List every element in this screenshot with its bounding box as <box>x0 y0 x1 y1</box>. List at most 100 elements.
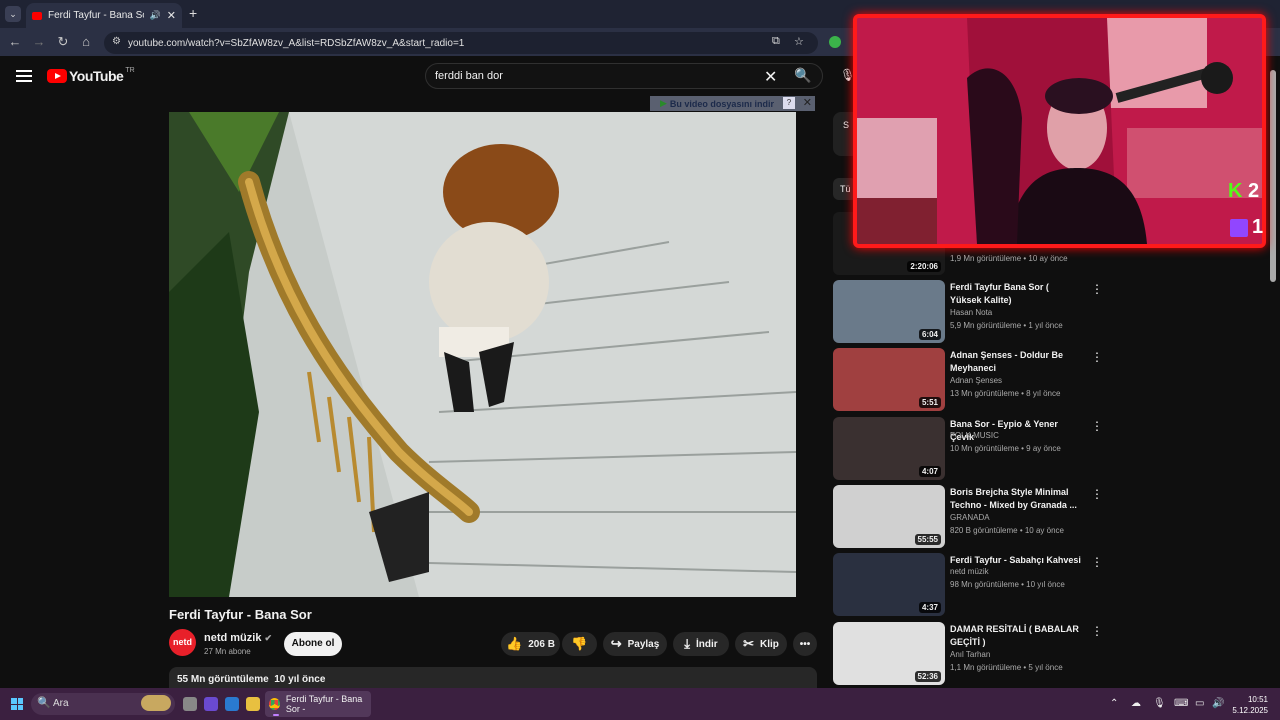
video-title[interactable]: DAMAR RESİTALİ ( BABALAR GEÇİTİ ) <box>950 623 1082 649</box>
tab-search-button[interactable]: ⌄ <box>5 6 21 22</box>
video-thumbnail[interactable]: 4:37 <box>833 553 945 616</box>
more-options-icon[interactable]: ⋮ <box>1091 282 1103 296</box>
related-video-6[interactable]: 52:36 DAMAR RESİTALİ ( BABALAR GEÇİTİ ) An… <box>833 622 1113 686</box>
search-input[interactable]: ferddi ban dor <box>435 70 503 82</box>
video-meta: 1,9 Mn görüntüleme • 10 ay önce <box>950 254 1068 263</box>
video-title[interactable]: Boris Brejcha Style Minimal Techno - Mix… <box>950 486 1082 512</box>
more-options-icon[interactable]: ⋮ <box>1091 624 1103 638</box>
video-thumbnail[interactable]: 6:04 <box>833 280 945 343</box>
file-explorer-icon[interactable] <box>246 697 260 711</box>
address-bar[interactable]: ⚙ youtube.com/watch?v=SbZfAW8zv_A&list=R… <box>104 32 818 54</box>
browser-tab[interactable]: Ferdi Tayfur - Bana Sor - Yo 🔊 ✕ <box>26 3 182 28</box>
duration-badge: 2:20:06 <box>907 261 941 272</box>
video-thumbnail[interactable]: 52:36 <box>833 622 945 685</box>
video-title[interactable]: Ferdi Tayfur Bana Sor ( Yüksek Kalite) <box>950 281 1082 307</box>
back-arrow-icon[interactable]: ← <box>7 34 23 50</box>
kick-viewer-counter: K 2 <box>1228 180 1259 203</box>
related-video-3[interactable]: 4:07 Bana Sor - Eypio & Yener Çevik FOLK M… <box>833 417 1113 481</box>
twitch-count: 1 <box>1252 216 1264 238</box>
taskbar-search[interactable]: 🔍 Ara <box>31 693 175 715</box>
install-app-icon[interactable]: ⧉ <box>772 35 780 48</box>
widgets-icon[interactable] <box>204 697 218 711</box>
video-thumbnail[interactable]: 4:07 <box>833 417 945 480</box>
keyboard-icon[interactable]: ⌨ <box>1174 698 1188 709</box>
channel-name[interactable]: Hasan Nota <box>950 308 992 317</box>
extension-icon[interactable] <box>829 36 841 48</box>
forward-arrow-icon[interactable]: → <box>31 34 47 50</box>
system-clock[interactable]: 10:51 5.12.2025 <box>1232 694 1268 716</box>
taskbar-chrome-window[interactable]: Ferdi Tayfur - Bana Sor - <box>265 691 371 717</box>
menu-icon[interactable] <box>16 70 32 82</box>
more-options-icon[interactable]: ⋮ <box>1091 487 1103 501</box>
channel-name[interactable]: Anıl Tarhan <box>950 650 990 659</box>
search-box[interactable]: ferddi ban dor ✕ 🔍 <box>425 63 823 89</box>
kick-logo-icon: K <box>1228 180 1243 202</box>
clock-time: 10:51 <box>1247 695 1268 704</box>
site-info-icon[interactable]: ⚙ <box>112 36 121 47</box>
url-text: youtube.com/watch?v=SbZfAW8zv_A&list=RDS… <box>128 37 465 49</box>
more-options-icon[interactable]: ⋮ <box>1091 555 1103 569</box>
tab-close-icon[interactable]: ✕ <box>167 9 176 22</box>
dislike-button[interactable]: 👎 <box>562 632 597 656</box>
onedrive-icon[interactable]: ☁ <box>1131 698 1141 709</box>
show-hidden-icons-icon[interactable]: ⌃ <box>1110 698 1118 709</box>
clear-search-icon[interactable]: ✕ <box>764 67 777 87</box>
edge-icon[interactable] <box>225 697 239 711</box>
download-helper-bar[interactable]: ▶ Bu video dosyasını indir ? ✕ <box>650 96 815 111</box>
channel-name[interactable]: FOLK MUSIC <box>950 431 999 440</box>
more-options-icon[interactable]: ⋮ <box>1091 350 1103 364</box>
video-meta: 13 Mn görüntüleme • 8 yıl önce <box>950 389 1061 398</box>
channel-name[interactable]: netd müzik ✔ <box>204 632 272 644</box>
active-indicator <box>273 714 279 716</box>
speaker-icon[interactable]: 🔊 <box>150 10 161 21</box>
new-tab-button[interactable]: + <box>189 5 197 21</box>
channel-name[interactable]: Adnan Şenses <box>950 376 1002 385</box>
search-highlight-icon <box>141 695 171 711</box>
more-actions-button[interactable]: ••• <box>793 632 817 656</box>
reload-icon[interactable]: ↻ <box>55 34 71 50</box>
clip-button[interactable]: ✂ Klip <box>735 632 787 656</box>
channel-name[interactable]: netd müzik <box>950 567 989 576</box>
search-icon[interactable]: 🔍 <box>794 67 811 84</box>
channel-avatar[interactable]: netd <box>169 629 196 656</box>
video-title[interactable]: Ferdi Tayfur - Sabahçı Kahvesi <box>950 554 1082 567</box>
share-icon: ↪ <box>610 636 622 651</box>
video-title[interactable]: Adnan Şenses - Doldur Be Meyhaneci <box>950 349 1082 375</box>
youtube-logo[interactable]: YouTube TR <box>47 67 135 84</box>
related-video-4[interactable]: 55:55 Boris Brejcha Style Minimal Techno … <box>833 485 1113 549</box>
page-scrollbar[interactable] <box>1270 60 1276 680</box>
video-player[interactable] <box>169 112 796 597</box>
related-video-1[interactable]: 6:04 Ferdi Tayfur Bana Sor ( Yüksek Kalit… <box>833 280 1113 344</box>
tab-title: Ferdi Tayfur - Bana Sor - Yo <box>48 10 144 21</box>
clip-label: Klip <box>760 638 779 650</box>
channel-name[interactable]: GRANADA <box>950 513 990 522</box>
help-icon[interactable]: ? <box>783 97 795 109</box>
related-video-2[interactable]: 5:51 Adnan Şenses - Doldur Be Meyhaneci Ad… <box>833 348 1113 412</box>
windows-start-icon[interactable] <box>11 698 23 710</box>
volume-icon[interactable]: 🔊 <box>1212 698 1224 709</box>
video-title: Ferdi Tayfur - Bana Sor <box>169 607 312 622</box>
like-button[interactable]: 👍 206 B <box>501 632 560 656</box>
download-button[interactable]: ⤓ İndir <box>673 632 729 656</box>
subscribe-button[interactable]: Abone ol <box>284 632 342 656</box>
display-icon[interactable]: ▭ <box>1195 698 1204 709</box>
video-thumbnail[interactable]: 55:55 <box>833 485 945 548</box>
more-options-icon[interactable]: ⋮ <box>1091 419 1103 433</box>
close-helper-icon[interactable]: ✕ <box>803 96 812 109</box>
like-count: 206 B <box>528 638 555 650</box>
bookmark-star-icon[interactable]: ☆ <box>794 35 804 48</box>
scrollbar-thumb[interactable] <box>1270 70 1276 282</box>
microphone-icon[interactable]: 🎙 <box>1153 698 1166 709</box>
share-button[interactable]: ↪ Paylaş <box>603 632 667 656</box>
home-icon[interactable]: ⌂ <box>78 34 94 50</box>
description-box[interactable]: 55 Mn görüntüleme 10 yıl önce <box>169 667 817 688</box>
kick-count: 2 <box>1248 180 1260 202</box>
duration-badge: 4:37 <box>918 602 941 613</box>
taskbar-window-title: Ferdi Tayfur - Bana Sor - <box>285 694 363 714</box>
thumbs-up-icon: 👍 <box>506 636 523 651</box>
task-view-icon[interactable] <box>183 697 197 711</box>
video-thumbnail[interactable]: 5:51 <box>833 348 945 411</box>
channel-name-text[interactable]: netd müzik <box>204 632 261 644</box>
download-helper-label[interactable]: Bu video dosyasını indir <box>670 99 774 109</box>
related-video-5[interactable]: 4:37 Ferdi Tayfur - Sabahçı Kahvesi netd m… <box>833 553 1113 617</box>
